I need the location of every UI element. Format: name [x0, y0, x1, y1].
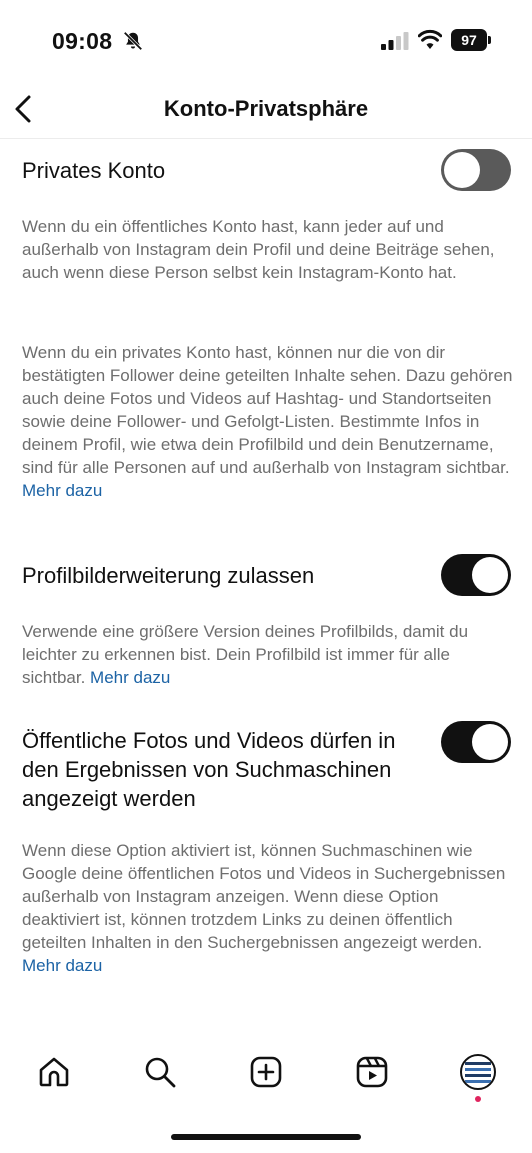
toggle-knob [444, 152, 480, 188]
profile-picture-expansion-label: Profilbilderweiterung zulassen [22, 563, 315, 588]
tab-bar [0, 1050, 532, 1100]
tab-home[interactable] [32, 1050, 76, 1094]
bell-slash-icon [123, 31, 143, 51]
battery-icon: 97 [451, 29, 491, 51]
avatar-stripe [465, 1074, 491, 1077]
learn-more-link[interactable]: Mehr dazu [22, 956, 102, 975]
learn-more-link[interactable]: Mehr dazu [90, 668, 170, 687]
tab-search[interactable] [138, 1050, 182, 1094]
private-account-description: Wenn du ein privates Konto hast, können … [22, 341, 514, 502]
home-indicator [171, 1134, 361, 1140]
search-icon [145, 1057, 176, 1088]
avatar-stripe [465, 1068, 491, 1071]
profile-avatar [460, 1054, 496, 1090]
page-title: Konto-Privatsphäre [163, 96, 369, 121]
home-icon [39, 1057, 69, 1087]
toggle-knob [472, 724, 508, 760]
avatar-stripe [465, 1080, 491, 1083]
search-engine-visibility-description-text: Wenn diese Option aktiviert ist, können … [22, 841, 506, 952]
notification-dot [475, 1096, 481, 1102]
learn-more-link[interactable]: Mehr dazu [22, 481, 102, 500]
battery-level: 97 [461, 32, 477, 48]
profile-picture-expansion-toggle[interactable] [441, 554, 511, 596]
toggle-knob [472, 557, 508, 593]
search-engine-visibility-label: Öffentliche Fotos und Videos dürfen in d… [22, 728, 396, 811]
reels-icon [356, 1056, 388, 1088]
search-engine-visibility-description: Wenn diese Option aktiviert ist, können … [22, 839, 514, 977]
header: Konto-Privatsphäre [0, 80, 532, 138]
header-divider [0, 138, 532, 139]
profile-picture-expansion-description: Verwende eine größere Version deines Pro… [22, 620, 514, 689]
private-account-toggle[interactable] [441, 149, 511, 191]
screen: 09:08 97 Konto-Privatsphäre Privates Kon… [0, 0, 532, 1153]
tab-profile[interactable] [456, 1050, 500, 1094]
create-icon [250, 1056, 282, 1088]
status-time: 09:08 [52, 28, 113, 54]
tab-reels[interactable] [350, 1050, 394, 1094]
tab-create[interactable] [244, 1050, 288, 1094]
private-account-label: Privates Konto [22, 158, 166, 183]
wifi-icon [418, 29, 442, 49]
public-account-description: Wenn du ein öffentliches Konto hast, kan… [22, 217, 495, 282]
status-bar: 09:08 97 [0, 0, 532, 80]
avatar-stripe [465, 1062, 491, 1065]
private-account-description-text: Wenn du ein privates Konto hast, können … [22, 343, 513, 477]
profile-picture-expansion-description-text: Verwende eine größere Version deines Pro… [22, 622, 469, 687]
cellular-signal-icon [381, 32, 409, 50]
search-engine-visibility-toggle[interactable] [441, 721, 511, 763]
